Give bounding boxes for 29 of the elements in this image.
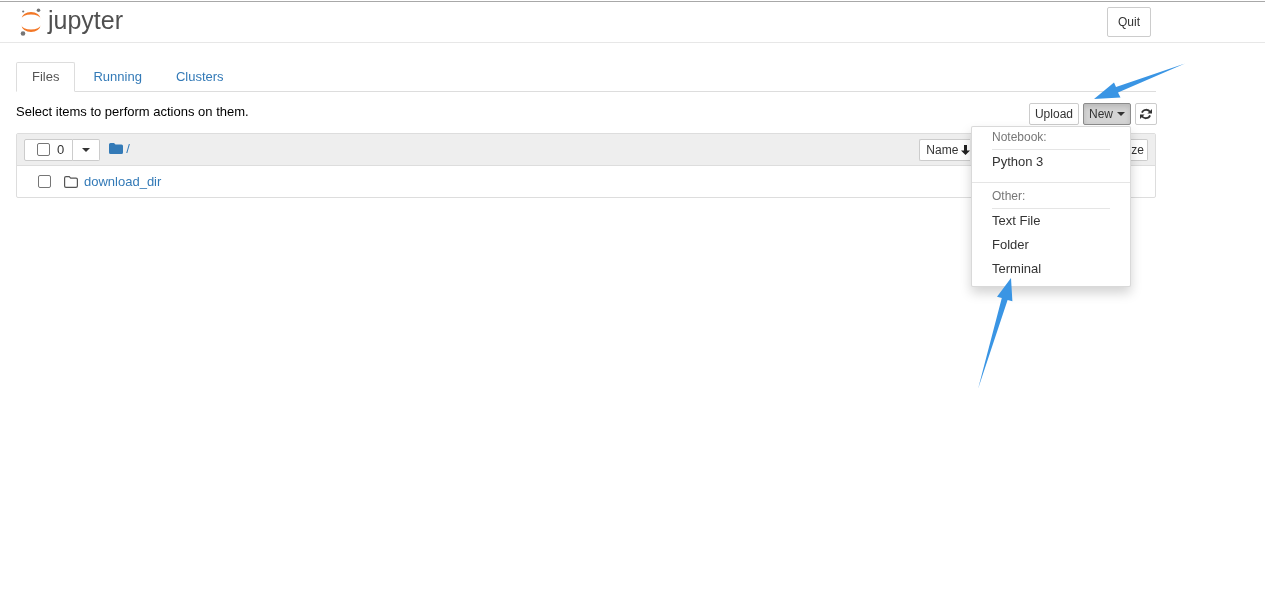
refresh-button[interactable] bbox=[1135, 103, 1157, 125]
folder-icon bbox=[64, 175, 78, 188]
arrow-down-icon bbox=[961, 144, 971, 155]
logo-icon[interactable] bbox=[20, 8, 42, 36]
menu-section-header: Notebook: bbox=[992, 129, 1110, 150]
menu-item[interactable]: Python 3 bbox=[972, 150, 1130, 174]
new-dropdown-button[interactable]: New bbox=[1083, 103, 1131, 125]
upload-button[interactable]: Upload bbox=[1028, 103, 1079, 125]
checkbox[interactable] bbox=[38, 175, 51, 188]
caret-icon bbox=[1117, 112, 1125, 116]
sort-button[interactable]: Name bbox=[919, 138, 971, 161]
caret-icon bbox=[82, 147, 91, 152]
menu-item[interactable]: Terminal bbox=[972, 257, 1130, 281]
folder-icon[interactable] bbox=[109, 142, 124, 154]
path-link[interactable]: / bbox=[126, 140, 130, 156]
tab[interactable]: Files bbox=[16, 62, 76, 92]
quit-button[interactable]: Quit bbox=[1107, 7, 1151, 37]
select-menu-button[interactable] bbox=[73, 138, 101, 161]
logo-wordmark[interactable]: jupyter bbox=[48, 6, 124, 34]
checkbox[interactable] bbox=[37, 143, 50, 156]
menu-section-header: Other: bbox=[992, 188, 1110, 209]
instruction-text: Select items to perform actions on them. bbox=[16, 104, 249, 120]
select-all-button[interactable]: 0 bbox=[24, 138, 74, 161]
menu-item[interactable]: Folder bbox=[972, 233, 1130, 257]
item-link[interactable]: download_dir bbox=[84, 174, 162, 189]
refresh-icon bbox=[1140, 108, 1152, 120]
menu-item[interactable]: Text File bbox=[972, 209, 1130, 233]
tab[interactable]: Running bbox=[77, 62, 158, 92]
tab[interactable]: Clusters bbox=[159, 62, 240, 92]
